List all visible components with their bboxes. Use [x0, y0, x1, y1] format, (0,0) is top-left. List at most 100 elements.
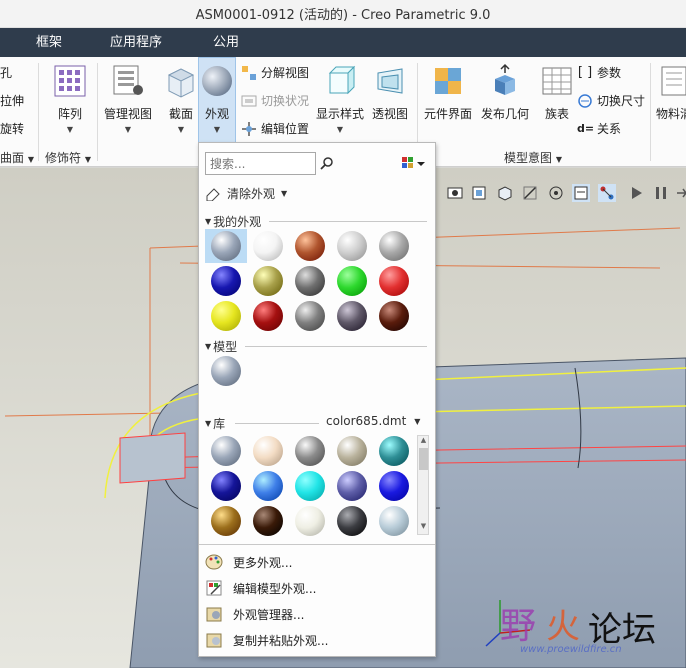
- group-modifiers[interactable]: 修饰符 ▼: [45, 149, 91, 166]
- my-appearance-swatch[interactable]: [211, 301, 241, 331]
- my-appearance-swatch[interactable]: [379, 301, 409, 331]
- library-appearance-swatch[interactable]: [211, 506, 241, 536]
- group-surface[interactable]: 曲面 ▼: [0, 149, 34, 166]
- library-appearance-swatch[interactable]: [337, 506, 367, 536]
- edit-model-appearance-item[interactable]: 编辑模型外观...: [205, 579, 316, 597]
- annotation-display-icon[interactable]: [572, 184, 590, 202]
- model-appearances-header[interactable]: ▼ 模型: [205, 338, 237, 355]
- edit-position-icon: [242, 121, 256, 136]
- library-appearance-swatch[interactable]: [253, 471, 283, 501]
- library-label: 库: [213, 417, 226, 431]
- toggle-state-button[interactable]: 切换状况: [241, 92, 309, 109]
- tab-applications[interactable]: 应用程序: [110, 28, 162, 57]
- pattern-icon: [54, 65, 86, 97]
- my-appearance-swatch[interactable]: [379, 231, 409, 261]
- section-divider: [235, 423, 319, 424]
- explode-view-button[interactable]: 分解视图: [241, 64, 309, 81]
- my-appearance-swatch[interactable]: [337, 266, 367, 296]
- my-appearance-swatch[interactable]: [295, 231, 325, 261]
- library-appearance-swatch[interactable]: [253, 436, 283, 466]
- model-appearance-swatch[interactable]: [211, 356, 241, 386]
- my-appearance-swatch[interactable]: [295, 266, 325, 296]
- my-appearance-swatch[interactable]: [211, 266, 241, 296]
- scroll-down-icon[interactable]: ▼: [419, 522, 428, 532]
- section-label: 截面: [168, 107, 193, 121]
- more-tools-icon[interactable]: [674, 184, 686, 202]
- perspective-label: 透视图: [372, 107, 409, 121]
- library-appearance-swatch[interactable]: [379, 471, 409, 501]
- parameters-button[interactable]: [ ] 参数: [577, 64, 621, 81]
- component-interface-button[interactable]: 元件界面: [424, 63, 472, 122]
- library-appearance-swatch[interactable]: [379, 506, 409, 536]
- section-button[interactable]: 截面 ▼: [163, 63, 199, 134]
- refit-icon[interactable]: [470, 184, 488, 202]
- library-appearance-swatch[interactable]: [295, 436, 325, 466]
- publish-geometry-button[interactable]: 发布几何: [481, 63, 529, 122]
- search-icon[interactable]: [320, 157, 334, 171]
- my-appearance-swatch[interactable]: [253, 266, 283, 296]
- library-appearance-swatch[interactable]: [211, 436, 241, 466]
- my-appearance-swatch[interactable]: [253, 301, 283, 331]
- saved-orientations-icon[interactable]: [496, 184, 514, 202]
- my-appearance-swatch[interactable]: [337, 301, 367, 331]
- tab-frame[interactable]: 框架: [36, 28, 62, 57]
- library-appearance-swatch[interactable]: [379, 436, 409, 466]
- revolve-command[interactable]: 旋转: [0, 120, 24, 137]
- spin-center-icon[interactable]: [547, 184, 565, 202]
- more-appearances-item[interactable]: 更多外观...: [205, 553, 292, 571]
- explode-view-icon: [242, 65, 256, 80]
- my-appearance-swatch[interactable]: [295, 301, 325, 331]
- display-options-icon[interactable]: [401, 154, 427, 172]
- hole-command[interactable]: 孔: [0, 64, 12, 81]
- pause-icon[interactable]: [652, 184, 670, 202]
- bill-of-materials-button[interactable]: 物料清: [656, 63, 686, 122]
- my-appearance-swatch[interactable]: [211, 231, 241, 261]
- copy-paste-appearance-item[interactable]: 复制并粘贴外观...: [205, 631, 328, 649]
- connection-display-icon[interactable]: [598, 184, 616, 202]
- relations-label: 关系: [597, 122, 622, 136]
- tab-common[interactable]: 公用: [213, 28, 239, 57]
- switch-dimensions-button[interactable]: 切换尺寸: [577, 92, 645, 109]
- ribbon-separator: [97, 63, 98, 161]
- component-interface-label: 元件界面: [424, 107, 473, 121]
- library-appearance-swatch[interactable]: [211, 471, 241, 501]
- pattern-button[interactable]: 阵列 ▼: [52, 63, 88, 134]
- switch-dimensions-label: 切换尺寸: [597, 94, 646, 108]
- datum-display-icon[interactable]: [521, 184, 539, 202]
- library-appearance-swatch[interactable]: [295, 471, 325, 501]
- chevron-down-icon: ▼: [66, 125, 74, 134]
- bill-of-materials-label: 物料清: [656, 107, 686, 121]
- my-appearance-swatch[interactable]: [337, 231, 367, 261]
- toggle-state-icon: [241, 95, 257, 106]
- library-file-selector[interactable]: color685.dmt ▼: [326, 414, 420, 428]
- zoom-fit-icon[interactable]: [446, 184, 464, 202]
- manage-view-button[interactable]: 管理视图 ▼: [104, 63, 152, 134]
- appearance-manager-item[interactable]: 外观管理器...: [205, 605, 304, 623]
- scroll-thumb[interactable]: [419, 448, 428, 470]
- extrude-command[interactable]: 拉伸: [0, 92, 24, 109]
- perspective-button[interactable]: 透视图: [372, 63, 408, 122]
- appearance-button[interactable]: 外观 ▼: [199, 63, 235, 134]
- relations-button[interactable]: d= 关系: [577, 120, 621, 137]
- library-header[interactable]: ▼ 库: [205, 415, 225, 432]
- display-style-button[interactable]: 显示样式 ▼: [316, 63, 364, 134]
- library-appearance-swatch[interactable]: [295, 506, 325, 536]
- library-appearance-swatch[interactable]: [337, 436, 367, 466]
- library-appearance-swatch[interactable]: [337, 471, 367, 501]
- scroll-up-icon[interactable]: ▲: [419, 436, 428, 446]
- section-divider: [245, 346, 427, 347]
- clear-appearance-button[interactable]: 清除外观 ▼: [205, 185, 287, 202]
- my-appearances-header[interactable]: ▼ 我的外观: [205, 213, 261, 230]
- library-appearance-swatch[interactable]: [253, 506, 283, 536]
- playback-icon[interactable]: [628, 184, 646, 202]
- library-scrollbar[interactable]: ▲ ▼: [417, 435, 429, 535]
- appearance-search-input[interactable]: [205, 152, 316, 175]
- group-model-intent[interactable]: 模型意图 ▼: [504, 149, 562, 166]
- edit-position-button[interactable]: 编辑位置: [241, 120, 309, 137]
- my-appearance-swatch[interactable]: [379, 266, 409, 296]
- family-table-button[interactable]: 族表: [539, 63, 575, 122]
- my-appearance-swatch[interactable]: [253, 231, 283, 261]
- edit-model-appearance-label: 编辑模型外观...: [233, 581, 317, 596]
- parameters-label: 参数: [597, 66, 622, 80]
- chevron-down-icon: ▼: [336, 125, 344, 134]
